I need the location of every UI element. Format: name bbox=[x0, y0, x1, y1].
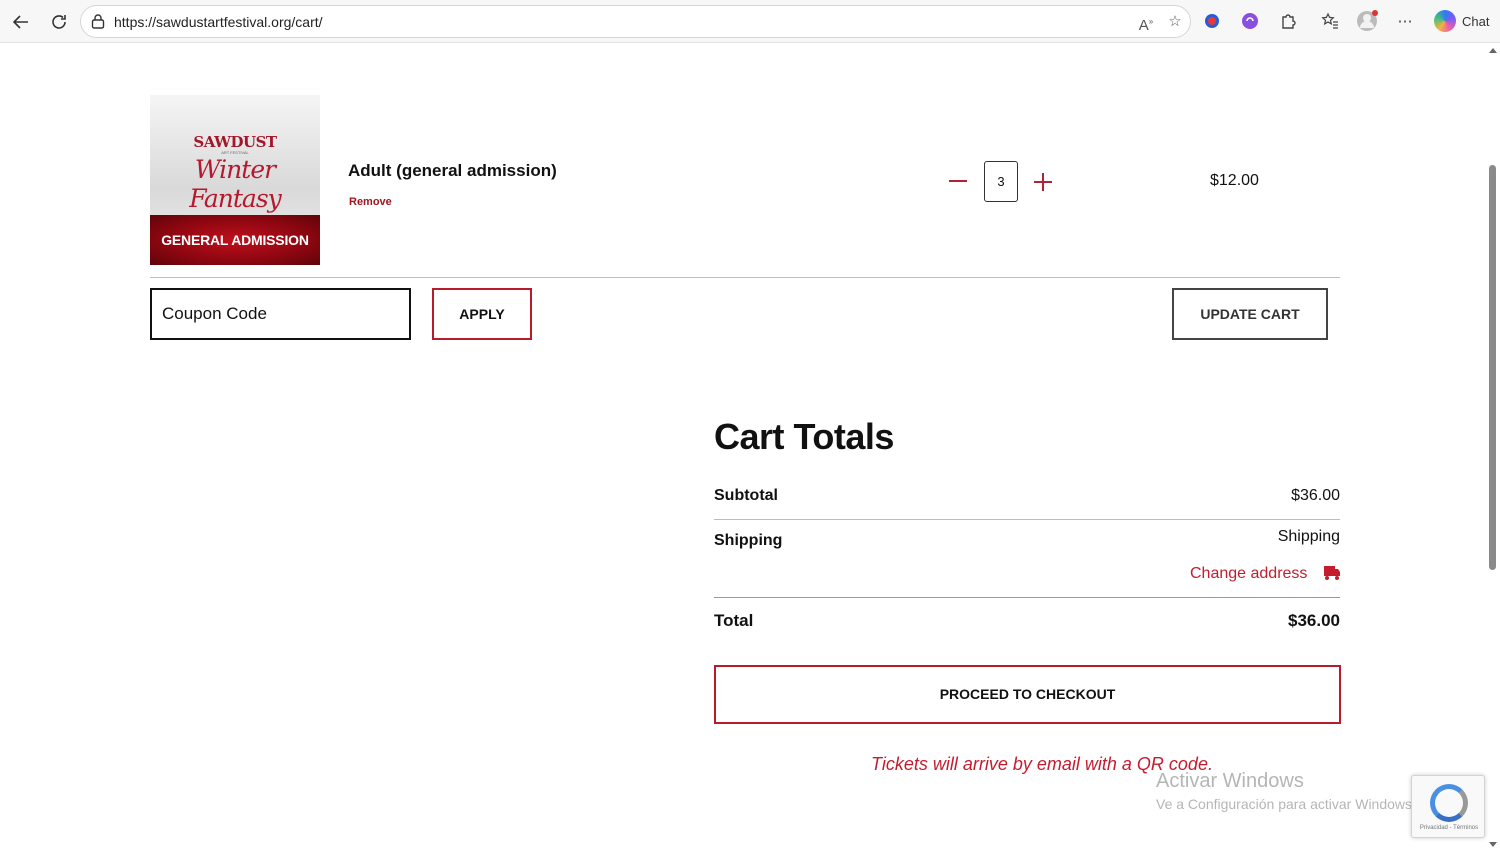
extensions-puzzle-icon[interactable] bbox=[1277, 10, 1299, 32]
more-menu-icon[interactable]: ⋯ bbox=[1394, 10, 1416, 32]
quantity-increase-button[interactable] bbox=[1033, 172, 1053, 192]
quantity-decrease-button[interactable] bbox=[948, 170, 968, 190]
copilot-chat-button[interactable]: Chat bbox=[1428, 6, 1496, 36]
url-text: https://sawdustartfestival.org/cart/ bbox=[114, 14, 323, 30]
subtotal-label: Subtotal bbox=[714, 487, 778, 504]
total-label: Total bbox=[714, 611, 754, 630]
lock-icon bbox=[91, 14, 105, 29]
read-aloud-icon[interactable]: A» bbox=[1136, 12, 1156, 34]
total-value: $36.00 bbox=[1288, 611, 1340, 630]
back-arrow-icon[interactable] bbox=[8, 9, 34, 35]
totals-divider bbox=[714, 519, 1340, 520]
favorites-icon[interactable] bbox=[1319, 10, 1341, 32]
refresh-icon[interactable] bbox=[46, 9, 72, 35]
scroll-up-arrow-icon[interactable] bbox=[1489, 48, 1497, 53]
proceed-to-checkout-button[interactable]: PROCEED TO CHECKOUT bbox=[714, 665, 1341, 724]
coupon-code-input[interactable]: Coupon Code bbox=[150, 288, 411, 340]
cart-divider bbox=[150, 277, 1340, 278]
extension-purple-icon[interactable] bbox=[1239, 10, 1261, 32]
change-address-link[interactable]: Change address bbox=[1190, 565, 1307, 583]
windows-activation-subtitle: Ve a Configuración para activar Windows. bbox=[1156, 796, 1416, 812]
update-cart-button[interactable]: UPDATE CART bbox=[1172, 288, 1328, 340]
shipping-label: Shipping bbox=[714, 532, 783, 549]
product-thumbnail[interactable]: SAWDUST ART FESTIVAL Winter Fantasy GENE… bbox=[150, 95, 320, 265]
subtotal-value: $36.00 bbox=[1291, 487, 1340, 504]
thumbnail-script-title: Winter Fantasy bbox=[189, 155, 282, 213]
quantity-input[interactable]: 3 bbox=[984, 161, 1018, 202]
copilot-icon bbox=[1434, 10, 1456, 32]
address-bar[interactable]: https://sawdustartfestival.org/cart/ A» … bbox=[80, 5, 1191, 38]
windows-activation-title: Activar Windows bbox=[1156, 770, 1304, 792]
truck-icon[interactable] bbox=[1323, 565, 1341, 581]
thumbnail-logo-text: SAWDUST bbox=[193, 133, 277, 151]
apply-coupon-button[interactable]: APPLY bbox=[432, 288, 532, 340]
recaptcha-icon bbox=[1430, 784, 1468, 822]
extension-shield-icon[interactable] bbox=[1201, 10, 1223, 32]
product-price: $12.00 bbox=[1210, 172, 1259, 189]
cart-totals-title: Cart Totals bbox=[714, 416, 894, 457]
shipping-value: Shipping bbox=[1277, 528, 1340, 545]
scrollbar-thumb[interactable] bbox=[1489, 165, 1496, 570]
browser-toolbar: https://sawdustartfestival.org/cart/ A» … bbox=[0, 0, 1500, 43]
profile-avatar-icon[interactable] bbox=[1356, 10, 1378, 32]
totals-divider bbox=[714, 597, 1340, 598]
thumbnail-banner: GENERAL ADMISSION bbox=[150, 215, 320, 265]
chat-label: Chat bbox=[1462, 13, 1490, 29]
product-name[interactable]: Adult (general admission) bbox=[348, 161, 557, 181]
recaptcha-links[interactable]: Privacidad - Términos bbox=[1412, 825, 1486, 831]
remove-link[interactable]: Remove bbox=[349, 196, 392, 208]
favorite-star-icon[interactable]: ☆ bbox=[1165, 12, 1185, 32]
scroll-down-arrow-icon[interactable] bbox=[1489, 842, 1497, 847]
recaptcha-badge[interactable]: Privacidad - Términos bbox=[1411, 775, 1485, 838]
